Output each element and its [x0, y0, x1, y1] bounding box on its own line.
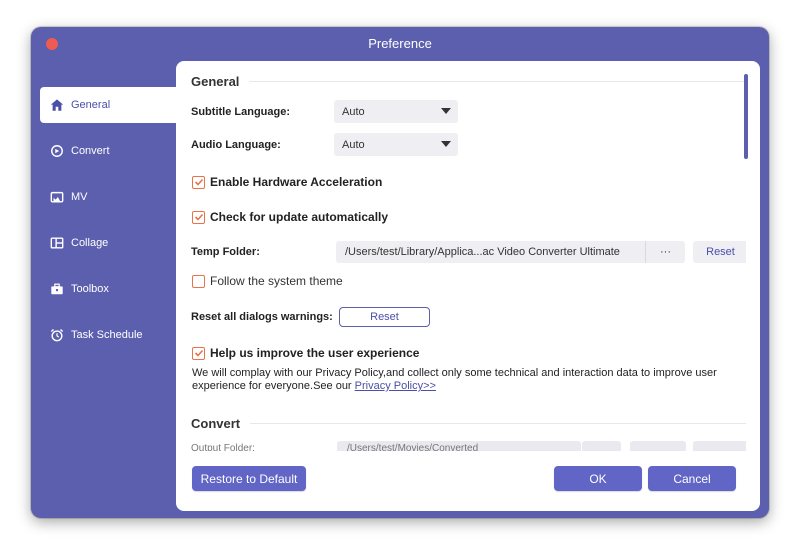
window-title: Preference [368, 36, 432, 51]
temp-folder-reset-button[interactable]: Reset [693, 241, 746, 263]
temp-folder-label: Temp Folder: [191, 246, 260, 258]
improve-experience-option[interactable]: Help us improve the user experience [192, 346, 419, 360]
output-folder-path: /Users/test/Movies/Converted [347, 443, 479, 451]
temp-folder-browse-button[interactable]: ··· [645, 241, 685, 263]
convert-heading: Convert [191, 416, 241, 431]
output-folder-open-button[interactable] [693, 441, 746, 451]
sidebar-item-collage[interactable]: Collage [40, 225, 176, 261]
mv-icon [49, 189, 65, 205]
home-icon [49, 97, 65, 113]
sidebar-item-convert[interactable]: Convert [40, 133, 176, 169]
subtitle-language-value: Auto [342, 105, 365, 118]
audio-language-select[interactable]: Auto [334, 133, 458, 156]
hardware-acceleration-checkbox[interactable] [192, 175, 205, 189]
hardware-acceleration-option[interactable]: Enable Hardware Acceleration [192, 175, 382, 189]
general-heading: General [191, 74, 240, 89]
privacy-description-text: We will complay with our Privacy Policy,… [192, 367, 717, 392]
checkmark-icon [194, 178, 203, 186]
follow-theme-option[interactable]: Follow the system theme [192, 274, 343, 288]
cancel-button[interactable]: Cancel [648, 466, 736, 491]
convert-icon [49, 143, 65, 159]
reset-dialogs-label: Reset all dialogs warnings: [191, 311, 333, 323]
temp-folder-path-field[interactable]: /Users/test/Library/Applica...ac Video C… [336, 241, 645, 263]
follow-theme-label: Follow the system theme [210, 274, 343, 288]
sidebar-item-label: Task Schedule [71, 329, 143, 341]
check-update-label: Check for update automatically [210, 210, 389, 224]
improve-experience-checkbox[interactable] [192, 346, 205, 360]
follow-theme-checkbox[interactable] [192, 274, 205, 288]
reset-dialogs-button[interactable]: Reset [339, 307, 430, 327]
subtitle-language-select[interactable]: Auto [334, 100, 458, 123]
sidebar-item-label: General [71, 99, 111, 111]
subtitle-language-label: Subtitle Language: [191, 106, 290, 118]
restore-default-button[interactable]: Restore to Default [192, 466, 306, 491]
caret-down-icon [441, 141, 451, 147]
ok-button[interactable]: OK [554, 466, 642, 491]
check-update-option[interactable]: Check for update automatically [192, 210, 388, 224]
sidebar-item-label: Collage [71, 237, 109, 249]
settings-scroll-area[interactable]: General Subtitle Language: Auto Audio La… [176, 61, 746, 451]
collage-icon [49, 235, 65, 251]
divider [250, 423, 746, 424]
check-update-checkbox[interactable] [192, 210, 205, 224]
sidebar-item-label: MV [71, 191, 88, 203]
alarm-clock-icon [49, 327, 65, 343]
sidebar: General Convert MV Collage Toolbox Task … [40, 87, 176, 363]
sidebar-item-task-schedule[interactable]: Task Schedule [40, 317, 176, 353]
privacy-description: We will complay with our Privacy Policy,… [192, 367, 742, 393]
sidebar-item-label: Toolbox [71, 283, 109, 295]
general-section-header: General [191, 74, 746, 89]
output-folder-reset-button[interactable] [630, 441, 686, 451]
settings-scrollbar[interactable] [744, 74, 748, 159]
hardware-acceleration-label: Enable Hardware Acceleration [210, 175, 383, 189]
convert-section-header: Convert [191, 416, 746, 431]
improve-experience-label: Help us improve the user experience [210, 346, 420, 360]
output-folder-label: Output Folder: [191, 443, 255, 451]
privacy-policy-link[interactable]: Privacy Policy>> [355, 380, 436, 392]
caret-down-icon [441, 108, 451, 114]
preference-window: Preference General Convert MV Collage To… [31, 27, 769, 518]
sidebar-item-toolbox[interactable]: Toolbox [40, 271, 176, 307]
checkmark-icon [194, 213, 203, 221]
settings-panel: General Subtitle Language: Auto Audio La… [176, 61, 760, 511]
toolbox-icon [49, 281, 65, 297]
audio-language-label: Audio Language: [191, 139, 281, 151]
audio-language-value: Auto [342, 138, 365, 151]
sidebar-item-mv[interactable]: MV [40, 179, 176, 215]
sidebar-item-general[interactable]: General [40, 87, 176, 123]
divider [249, 81, 746, 82]
output-folder-browse-button[interactable] [582, 441, 621, 451]
checkmark-icon [194, 349, 203, 357]
sidebar-item-label: Convert [71, 145, 110, 157]
